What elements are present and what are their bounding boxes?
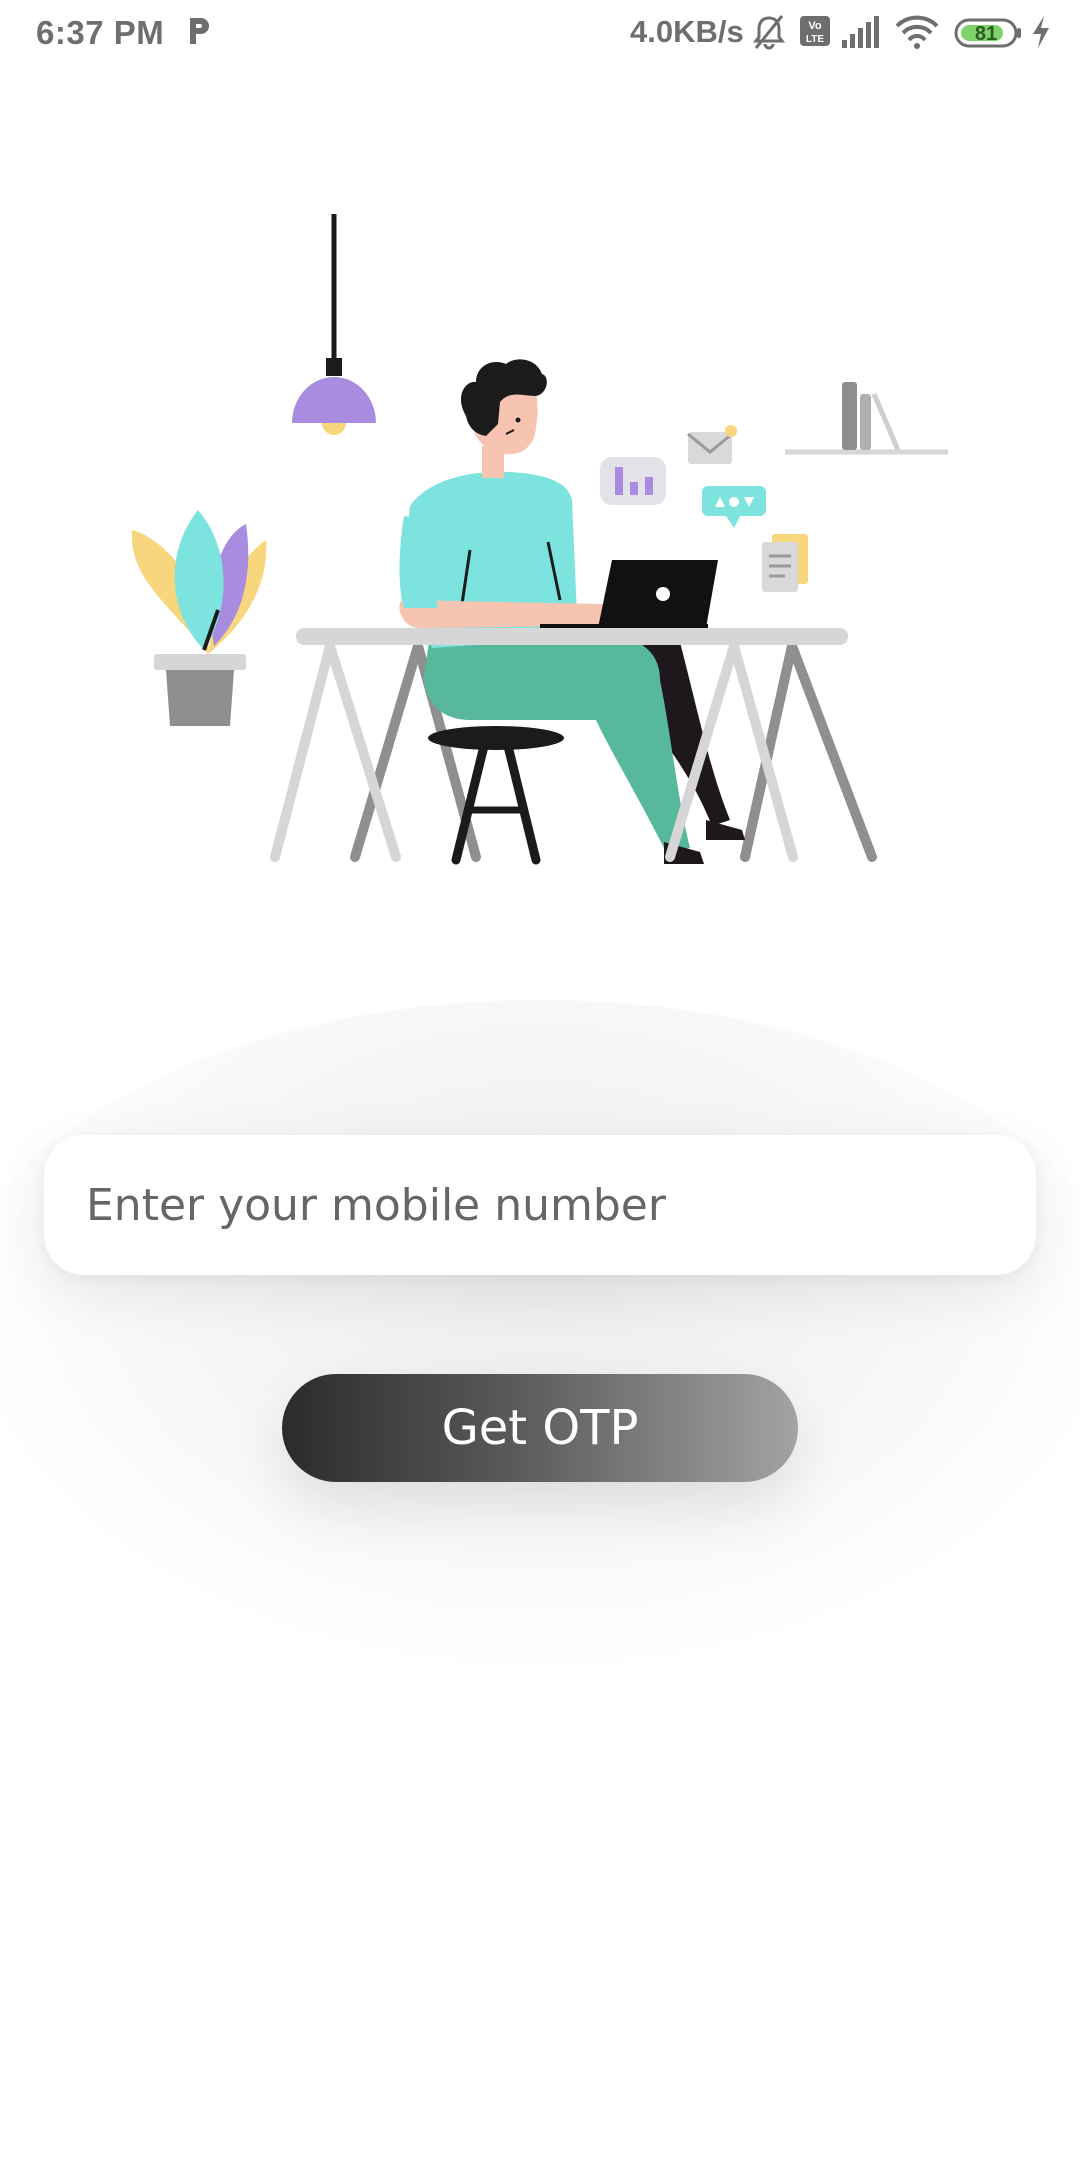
- parking-app-icon: [190, 18, 209, 44]
- charging-icon: [1033, 16, 1049, 48]
- battery-icon: 81: [954, 18, 1021, 48]
- person-at-desk-illustration: [131, 214, 948, 865]
- network-speed: 4.0KB/s: [630, 14, 744, 49]
- svg-text:Vo: Vo: [808, 20, 822, 32]
- mobile-number-field: [44, 1135, 1036, 1275]
- mobile-number-input[interactable]: [44, 1135, 1036, 1275]
- signal-icon: [842, 16, 879, 48]
- status-time: 6:37 PM: [36, 14, 165, 51]
- pendant-lamp: [292, 214, 376, 435]
- chart-bubble-icon: [600, 457, 666, 505]
- otp-login-screen: 6:37 PM 4.0KB/s Vo LTE 81 Enter your mob…: [0, 0, 1080, 2160]
- wall-shelf: [785, 382, 948, 455]
- potted-plant: [131, 510, 267, 726]
- get-otp-button[interactable]: Get OTP: [282, 1374, 798, 1482]
- document-icon: [762, 534, 808, 592]
- status-bar: 6:37 PM 4.0KB/s Vo LTE 81: [0, 0, 1080, 66]
- chat-bubble-icon: [702, 486, 766, 528]
- wifi-icon: [895, 15, 939, 49]
- stool: [428, 726, 564, 865]
- form-shadow: [0, 1000, 1080, 1680]
- bell-muted-icon: [753, 15, 785, 50]
- svg-text:LTE: LTE: [806, 34, 824, 45]
- battery-level: 81: [975, 23, 997, 45]
- volte-icon: Vo LTE: [800, 16, 830, 46]
- mail-icon: [687, 425, 737, 464]
